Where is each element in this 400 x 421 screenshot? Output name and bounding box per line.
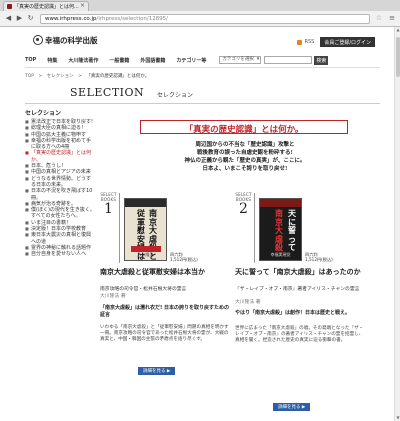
search-input[interactable] [264, 56, 313, 64]
sidebar-item[interactable]: 幸福の科学出版を初めて手に取る方への4冊 [25, 138, 95, 151]
divider [119, 193, 120, 263]
section-banner: SELECTION セレクション [25, 84, 380, 104]
browser-tabbar: 「真実の歴史認識」とは何... × [0, 0, 400, 11]
sidebar-item[interactable]: どうなる世界情勢。どうする日本の未来。 [25, 176, 95, 189]
reload-icon[interactable]: ↻ [26, 14, 35, 23]
forward-icon[interactable]: ▶ [15, 14, 24, 23]
member-login-button[interactable]: 会員ご登録/ログイン [320, 37, 375, 47]
book-detail-button[interactable]: 詳細を見る ▶ [138, 367, 176, 375]
book-tagline: 「南京大虐殺」は濡れ衣だ! 日本の誇りを取り戻すための証言 [100, 305, 230, 318]
book-cover[interactable]: 天に誓って 南京大虐殺 幸福実現党 [259, 198, 302, 261]
book-number-block: SELECT BOOKS 1 [100, 192, 117, 217]
page-title-box: 「真実の歴史認識」とは何か。 [140, 120, 348, 135]
intro-line: 日本よ、いまこそ誇りを取り戻せ! [202, 166, 288, 172]
breadcrumb: TOP > セレクション > 「真実の歴史認識」とは何か。 [25, 73, 152, 79]
cover-title-2: 南京大虐殺 [275, 208, 283, 252]
sidebar-item[interactable]: 「真実の歴史認識」とは何か。 [25, 150, 95, 163]
book-number: 1 [104, 201, 113, 217]
browser-tab[interactable]: 「真実の歴史認識」とは何... × [3, 1, 89, 11]
rss-link[interactable]: RSS [297, 39, 314, 45]
book-meta: 四六判 1,512円(税込) [170, 252, 198, 262]
rss-label: RSS [304, 39, 315, 45]
cover-publisher: 幸福実現党 [270, 252, 291, 257]
sidebar-item[interactable]: 日本の不況を吹き飛ばす10冊。 [25, 188, 95, 201]
category-select[interactable]: カテゴリを選択 [219, 56, 262, 64]
book-subtitle: 『ザ・レイプ・オブ・南京』著者アイリス・チャンの霊言 [235, 287, 360, 292]
breadcrumb-top[interactable]: TOP [25, 74, 34, 79]
book-subtitle: 南京攻略の司令官・松井石根大将の霊言 [100, 287, 187, 292]
sidebar: セレクション 憲法改正で日本を取り戻す!総理大臣の真相に迫る！中国の拡大主義に物… [25, 108, 95, 258]
book-price: 1,512円(税込) [170, 257, 198, 262]
book-tagline: やはり「南京大虐殺」は創作！日本は歴史と戦え。 [235, 310, 351, 316]
favicon-icon [7, 4, 12, 9]
book-meta: 四六判 1,512円(税込) [305, 252, 333, 262]
intro-line: 神仏の正義から観た「歴史の真実」が、ここに。 [184, 158, 306, 164]
logo-mark-icon [33, 35, 43, 45]
book-author: 大川隆法 著 [235, 300, 261, 305]
cover-band [260, 199, 301, 207]
cover-title: 天に誓って [288, 208, 296, 252]
sidebar-item[interactable]: 僕(ぼく)の現代を生き抜く。すべての女性たちへ。 [25, 207, 95, 220]
book-card-1: SELECT BOOKS 1 南京大虐殺と 従軍慰安婦は 大川隆法 四六判 1,… [100, 192, 230, 421]
sidebar-item[interactable]: 東日本大震災の真相と復興への道 [25, 232, 95, 245]
intro-line: 周辺国からの不当な「歴史認識」攻撃と [195, 142, 295, 148]
banner-title-jp: セレクション [157, 92, 194, 99]
book-title[interactable]: 天に誓って「南京大虐殺」はあったのか [235, 268, 365, 277]
breadcrumb-current: 「真実の歴史認識」とは何か。 [86, 74, 150, 79]
book-card-2: SELECT BOOKS 2 天に誓って 南京大虐殺 幸福実現党 四六判 1,5… [235, 192, 365, 421]
nav-divider [25, 67, 380, 68]
url-field[interactable]: www.irhpress.co.jp/irhpress/selection/12… [40, 14, 370, 24]
nav-item-top[interactable]: TOP [25, 57, 36, 63]
breadcrumb-sep: > [38, 74, 43, 79]
divider [254, 193, 255, 263]
book-number-block: SELECT BOOKS 2 [235, 192, 252, 217]
tab-title: 「真実の歴史認識」とは何... [14, 4, 79, 10]
book-title[interactable]: 南京大虐殺と従軍慰安婦は本当か [100, 268, 230, 277]
scroll-thumb[interactable] [396, 37, 400, 77]
rss-icon [297, 39, 303, 45]
search-button[interactable]: 検索 [314, 55, 329, 65]
intro-line: 戦後教育の誤った自虐史観を粉砕する! [197, 150, 293, 156]
book-description: 世界に広まった「南京大虐殺」の嘘。その発端となった『ザ・レイプ・オブ・南京』の著… [235, 326, 364, 344]
sidebar-list: 憲法改正で日本を取り戻す!総理大臣の真相に迫る！中国の拡大主義に物申す幸福の科学… [25, 119, 95, 258]
scroll-down-icon[interactable]: ▼ [395, 415, 400, 421]
bookmark-star-icon[interactable]: ☆ [376, 14, 382, 22]
nav-item-okawa-books[interactable]: 大川隆法著作 [68, 57, 98, 64]
book-number: 2 [239, 201, 248, 217]
scroll-up-icon[interactable]: ▲ [395, 27, 400, 33]
nav-item-general-books[interactable]: 一般書籍 [109, 57, 129, 64]
intro-text: 周辺国からの不当な「歴史認識」攻撃と 戦後教育の誤った自虐史観を粉砕する! 神仏… [120, 141, 370, 173]
book-description: いわゆる「南京大虐殺」と「従軍慰安婦」問題の真相を明かす一冊。南京攻略の司令官で… [100, 325, 229, 343]
global-nav: TOP 特集 大川隆法著作 一般書籍 外国語書籍 カテゴリー等 カテゴリを選択 … [25, 55, 375, 65]
page-scrollbar[interactable]: ▲ ▼ [394, 27, 400, 421]
nav-item-feature[interactable]: 特集 [47, 57, 57, 64]
cover-publisher: 大川隆法 [137, 252, 154, 257]
book-author: 大川隆法 著 [100, 294, 126, 299]
logo-text: 幸福の科学出版 [45, 35, 98, 45]
breadcrumb-sep: > [78, 74, 82, 79]
book-cover[interactable]: 南京大虐殺と 従軍慰安婦は 大川隆法 [124, 198, 167, 261]
site-logo[interactable]: 幸福の科学出版 [33, 35, 98, 45]
nav-item-foreign-books[interactable]: 外国語書籍 [140, 57, 165, 64]
book-detail-button[interactable]: 詳細を見る ▶ [273, 403, 311, 411]
url-path: /irhpress/selection/12895/ [96, 16, 169, 22]
cover-band [125, 199, 166, 207]
browser-menu-icon[interactable]: ≡ [389, 14, 395, 22]
page-title: 「真実の歴史認識」とは何か。 [184, 124, 304, 135]
breadcrumb-selection[interactable]: セレクション [47, 74, 74, 79]
sidebar-item[interactable]: 自分自身を愛せない人へ [25, 251, 95, 258]
url-host: www.irhpress.co.jp [45, 16, 97, 22]
back-icon[interactable]: ◀ [4, 14, 13, 23]
nav-item-categories[interactable]: カテゴリー等 [176, 57, 206, 64]
book-price: 1,512円(税込) [305, 257, 333, 262]
banner-title-en: SELECTION [70, 86, 145, 99]
sidebar-heading: セレクション [25, 110, 62, 117]
address-bar: ◀ ▶ ↻ www.irhpress.co.jp/irhpress/select… [0, 11, 400, 27]
close-tab-icon[interactable]: × [80, 2, 85, 9]
header-links: RSS 会員ご登録/ログイン [297, 37, 375, 47]
